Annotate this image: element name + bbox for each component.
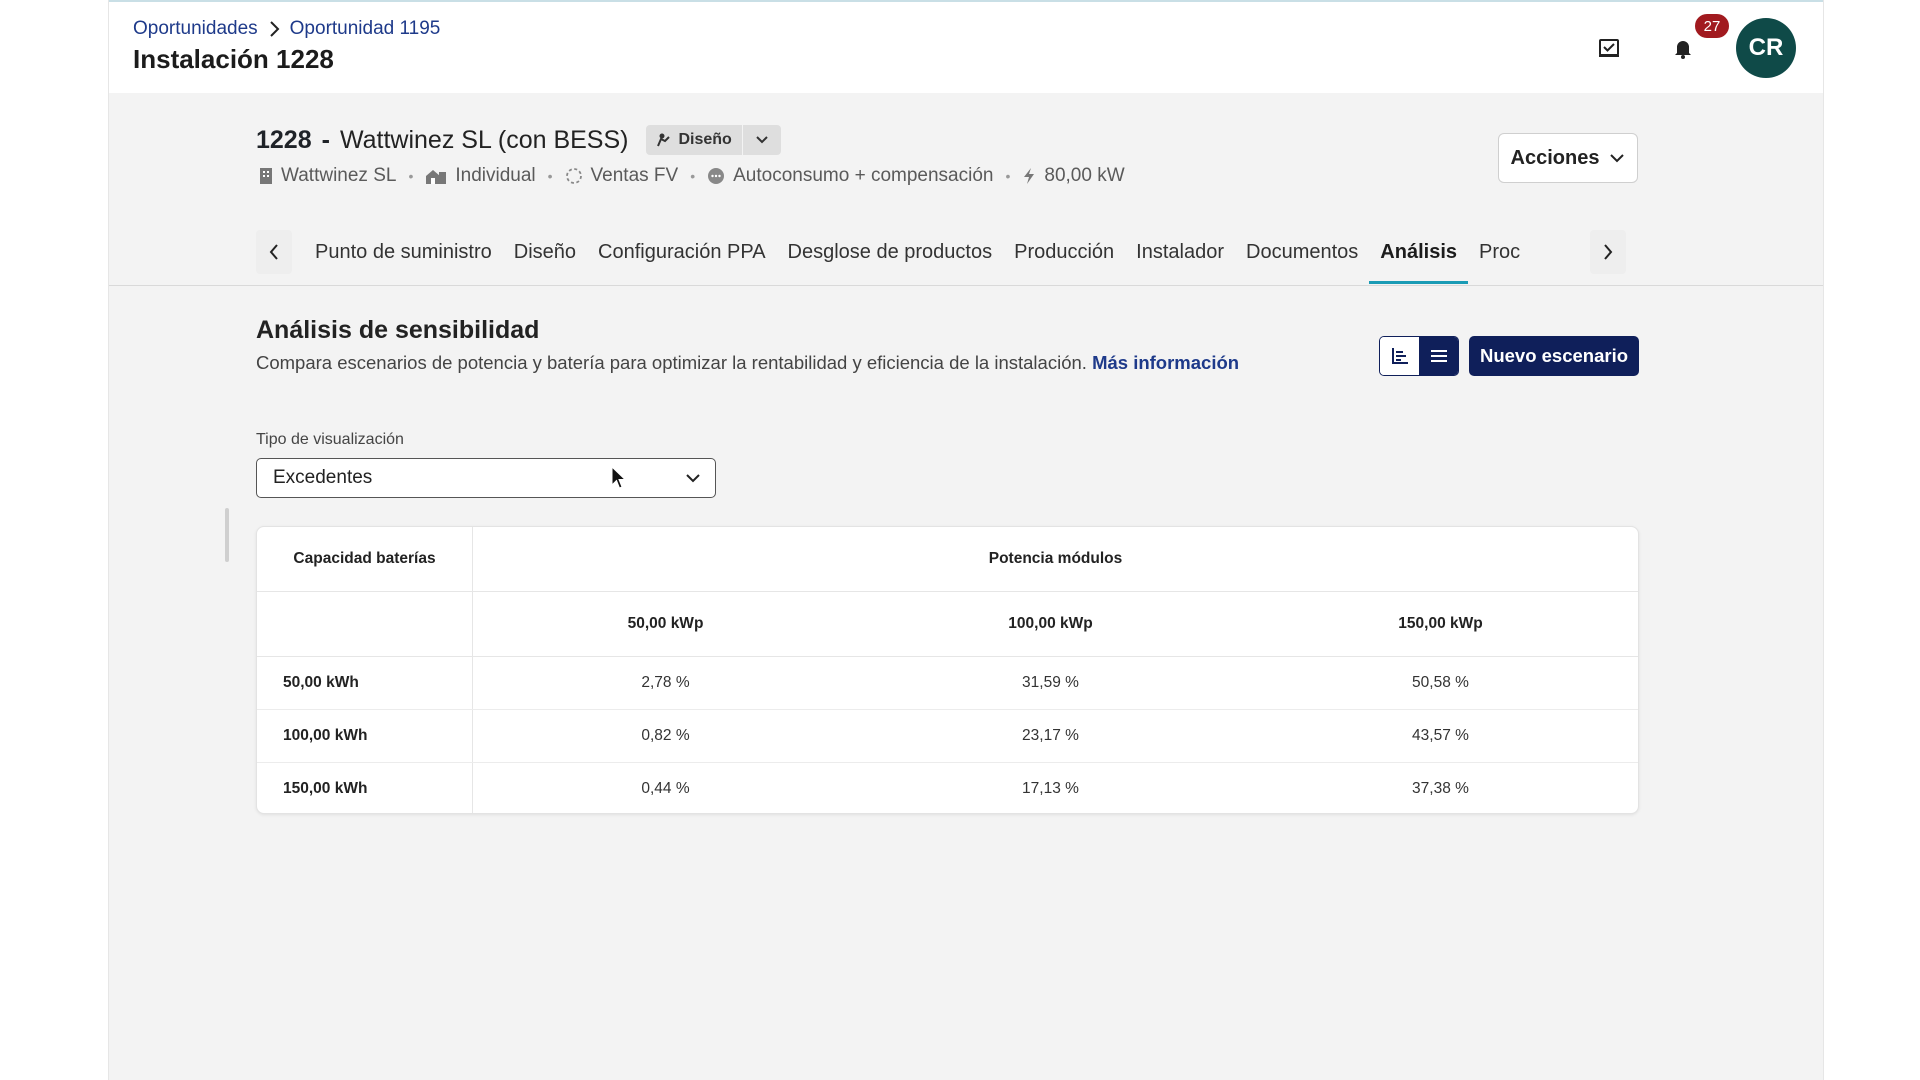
new-scenario-button[interactable]: Nuevo escenario <box>1469 336 1639 376</box>
tab-produccion[interactable]: Producción <box>1003 230 1125 284</box>
more-circle-icon <box>708 168 725 184</box>
group-header: Potencia módulos <box>472 527 1638 592</box>
installation-title: 1228 - Wattwinez SL (con BESS) Diseño <box>256 125 781 155</box>
viz-type-value: Excedentes <box>273 467 373 488</box>
table-cell: 0,82 % <box>472 709 858 763</box>
meta-separator: • <box>408 168 414 184</box>
breadcrumb: Oportunidades Oportunidad 1195 <box>133 18 440 40</box>
more-info-link[interactable]: Más información <box>1092 352 1239 373</box>
meta-mode: Autoconsumo + compensación <box>707 165 993 187</box>
viz-type-label: Tipo de visualización <box>256 431 404 448</box>
view-toggle <box>1379 336 1459 376</box>
meta-separator: • <box>547 168 553 184</box>
notification-badge: 27 <box>1693 12 1731 40</box>
empty-header-cell <box>257 591 473 657</box>
tab-punto-suministro[interactable]: Punto de suministro <box>304 230 503 284</box>
table-cell: 17,13 % <box>1022 780 1079 797</box>
status-main[interactable]: Diseño <box>646 125 741 155</box>
avatar[interactable]: CR <box>1736 18 1796 78</box>
chevron-right-icon <box>269 21 280 37</box>
chevron-down-icon <box>686 474 700 483</box>
table-view-button[interactable] <box>1419 337 1458 375</box>
breadcrumb-oportunidades[interactable]: Oportunidades <box>133 18 258 40</box>
tab-documentos[interactable]: Documentos <box>1235 230 1369 284</box>
list-icon <box>1430 350 1447 362</box>
tab-instalador[interactable]: Instalador <box>1125 230 1235 284</box>
tab-configuracion-ppa[interactable]: Configuración PPA <box>587 230 777 284</box>
chevron-left-icon <box>269 244 278 260</box>
top-bar: Oportunidades Oportunidad 1195 Instalaci… <box>109 0 1823 95</box>
tasks-icon[interactable] <box>1595 34 1623 62</box>
table-cell: 23,17 % <box>858 709 1243 763</box>
row-header: 100,00 kWh <box>257 709 473 763</box>
meta-type: Individual <box>425 165 536 187</box>
table-row: 100,00 kWh 0,82 % 23,17 % 43,57 % <box>257 709 1638 763</box>
viz-type-select[interactable]: Excedentes <box>256 458 716 498</box>
row-header: 50,00 kWh <box>257 656 473 710</box>
tabs-scroll-right[interactable] <box>1590 230 1626 274</box>
column-header: 50,00 kWp <box>472 591 858 657</box>
chevron-down-icon <box>756 136 768 144</box>
mouse-cursor-icon <box>611 466 627 489</box>
column-header: 100,00 kWp <box>858 591 1243 657</box>
table-cell: 0,44 % <box>641 780 690 797</box>
breadcrumb-oportunidad[interactable]: Oportunidad 1195 <box>290 18 441 40</box>
title-dash: - <box>321 125 330 154</box>
tab-bar: Punto de suministro Diseño Configuración… <box>256 230 1638 284</box>
page-title: Instalación 1228 <box>133 44 334 74</box>
sensitivity-table-card: Capacidad baterías Potencia módulos 50,0… <box>256 526 1639 814</box>
building-icon <box>260 168 272 184</box>
loading-circle-icon <box>565 168 582 184</box>
meta-mode-label: Autoconsumo + compensación <box>733 165 994 186</box>
tab-analisis[interactable]: Análisis <box>1369 230 1468 284</box>
status-dropdown-button[interactable] <box>741 125 781 155</box>
design-icon <box>657 133 671 147</box>
corner-header: Capacidad baterías <box>257 527 473 592</box>
table-cell: 37,38 % <box>1412 780 1469 797</box>
section-title: Análisis de sensibilidad <box>256 316 540 344</box>
meta-separator: • <box>690 168 696 184</box>
column-header: 150,00 kWp <box>1243 591 1638 657</box>
table-cell: 2,78 % <box>472 656 858 710</box>
tab-list: Punto de suministro Diseño Configuración… <box>304 230 1531 284</box>
meta-sale-label: Ventas FV <box>590 165 679 186</box>
status-label: Diseño <box>678 131 732 148</box>
sensitivity-table: Capacidad baterías Potencia módulos 50,0… <box>257 527 1638 813</box>
tab-desglose-productos[interactable]: Desglose de productos <box>777 230 1004 284</box>
status-selector[interactable]: Diseño <box>646 125 781 155</box>
table-cell: 31,59 % <box>858 656 1243 710</box>
installation-meta: Wattwinez SL • Individual • Ventas FV • … <box>259 165 1125 187</box>
meta-separator: • <box>1005 168 1011 184</box>
table-cell: 43,57 % <box>1243 709 1638 763</box>
tab-proc[interactable]: Proc <box>1468 230 1531 284</box>
table-row: 50,00 kWh 2,78 % 31,59 % 50,58 % <box>257 656 1638 710</box>
house-icon <box>426 170 447 184</box>
meta-type-label: Individual <box>455 165 536 186</box>
actions-label: Acciones <box>1510 146 1600 169</box>
lightning-icon <box>1024 168 1035 184</box>
bar-chart-icon <box>1391 348 1408 364</box>
installation-number: 1228 <box>256 125 312 154</box>
row-header: 150,00 kWh <box>257 762 473 813</box>
table-row: 150,00 kWh 0,44 % 17,13 % 37,38 % <box>257 762 1638 813</box>
installation-name: Wattwinez SL (con BESS) <box>339 125 629 154</box>
tab-diseno[interactable]: Diseño <box>503 230 587 284</box>
chart-view-button[interactable] <box>1380 337 1419 375</box>
meta-sale: Ventas FV <box>565 165 679 187</box>
chevron-down-icon <box>1610 154 1625 163</box>
table-cell: 50,58 % <box>1243 656 1638 710</box>
actions-button[interactable]: Acciones <box>1498 133 1638 183</box>
description-text: Compara escenarios de potencia y batería… <box>256 352 1087 373</box>
resize-handle[interactable] <box>225 508 229 562</box>
meta-client-label: Wattwinez SL <box>281 165 397 186</box>
installation-header: 1228 - Wattwinez SL (con BESS) Diseño Wa… <box>109 93 1823 286</box>
bell-icon[interactable] <box>1669 34 1697 62</box>
chevron-right-icon <box>1604 244 1613 260</box>
meta-client: Wattwinez SL <box>259 165 396 187</box>
section-description: Compara escenarios de potencia y batería… <box>256 350 1266 376</box>
meta-power-label: 80,00 kW <box>1044 165 1125 186</box>
tabs-scroll-left[interactable] <box>256 230 292 274</box>
app-window: Oportunidades Oportunidad 1195 Instalaci… <box>108 0 1824 1080</box>
meta-power: 80,00 kW <box>1022 165 1125 187</box>
